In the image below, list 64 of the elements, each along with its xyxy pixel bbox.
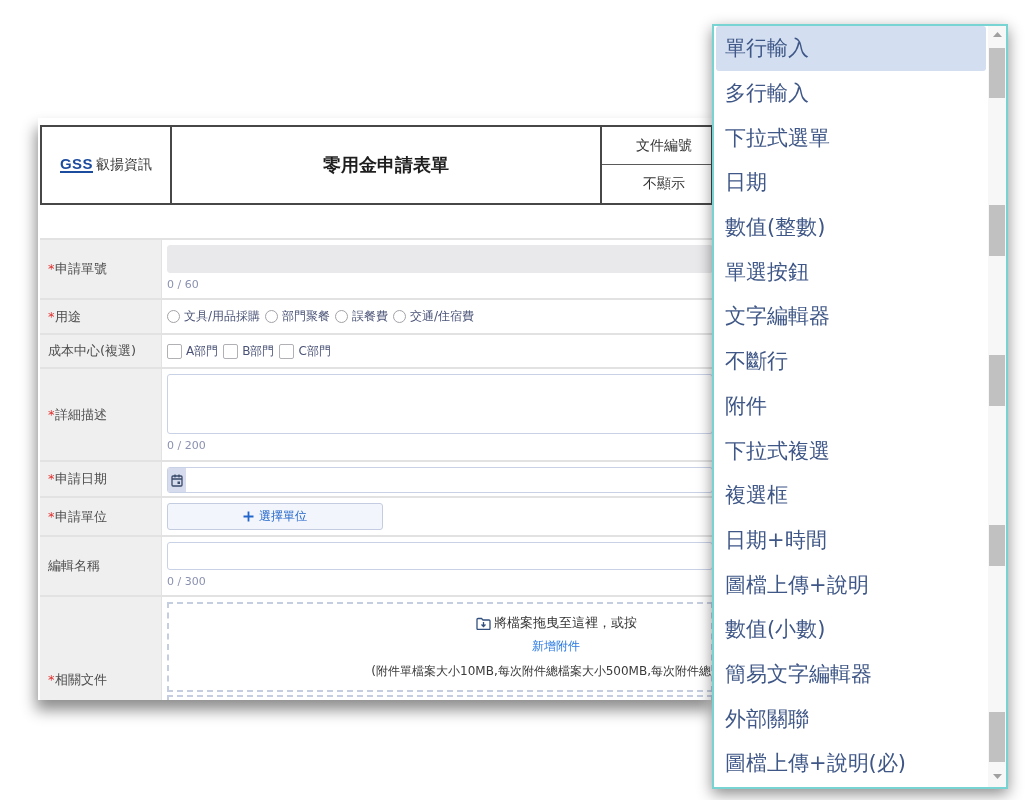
- char-counter: 0 / 60: [167, 278, 200, 291]
- option-label: B部門: [242, 342, 275, 360]
- menu-option[interactable]: 附件: [716, 383, 986, 429]
- radio-button[interactable]: [167, 310, 180, 323]
- option-label: 文具/用品採購: [184, 308, 261, 325]
- menu-option[interactable]: 日期: [716, 160, 986, 205]
- field-label: *詳細描述: [48, 405, 107, 424]
- calendar-icon[interactable]: [168, 468, 186, 492]
- caret-up-icon[interactable]: [992, 32, 1002, 37]
- select-unit-button[interactable]: 選擇單位: [167, 503, 383, 530]
- option-label: 部門聚餐: [282, 308, 331, 325]
- checkbox[interactable]: [167, 343, 182, 359]
- scrollbar-thumb[interactable]: [989, 48, 1005, 98]
- menu-option[interactable]: 圖檔上傳+說明(必): [716, 741, 986, 786]
- scrollbar-thumb[interactable]: [989, 355, 1005, 406]
- option-label: 誤餐費: [352, 308, 389, 325]
- option-label: A部門: [186, 342, 219, 360]
- upload-note: (附件單檔案大小10MB,每次附件總檔案大小500MB,每次附件總: [371, 663, 711, 680]
- textarea-field[interactable]: [167, 374, 713, 434]
- scrollbar-track[interactable]: [988, 26, 1006, 787]
- menu-option[interactable]: 單選按鈕: [716, 249, 986, 295]
- drop-prompt: 將檔案拖曳至這裡，或按: [493, 614, 637, 632]
- caret-down-icon[interactable]: [992, 774, 1002, 779]
- char-counter: 0 / 300: [167, 575, 207, 588]
- field-label: *申請單位: [48, 507, 107, 526]
- menu-option[interactable]: 多行輸入: [716, 70, 986, 116]
- checkbox[interactable]: [223, 343, 239, 359]
- company-name: 叡揚資訊: [96, 156, 153, 174]
- radio-button[interactable]: [265, 310, 279, 323]
- scrollbar-thumb[interactable]: [989, 205, 1005, 256]
- menu-option[interactable]: 下拉式複選: [716, 428, 986, 473]
- menu-option[interactable]: 單行輸入: [716, 26, 986, 71]
- add-attachment-link[interactable]: 新增附件: [532, 638, 580, 655]
- menu-option[interactable]: 圖檔上傳+說明: [716, 562, 986, 607]
- form-title: 零用金申請表單: [323, 153, 449, 177]
- scrollbar-thumb[interactable]: [989, 712, 1005, 762]
- menu-option[interactable]: 數值(小數): [716, 606, 986, 652]
- menu-option[interactable]: 文字編輯器: [716, 294, 986, 339]
- field-label: *相關文件: [48, 670, 107, 689]
- field-label: *申請單號: [48, 260, 107, 278]
- scrollbar-thumb[interactable]: [989, 525, 1005, 566]
- menu-option[interactable]: 複選框: [716, 472, 986, 518]
- char-counter: 0 / 200: [167, 439, 207, 452]
- radio-button[interactable]: [393, 310, 407, 323]
- checkbox[interactable]: [279, 343, 295, 359]
- menu-option[interactable]: 數值(整數): [716, 204, 986, 250]
- folder-arrow-icon: [475, 616, 491, 630]
- text-input[interactable]: [167, 542, 713, 570]
- radio-button[interactable]: [335, 310, 349, 323]
- field-label: 成本中心(複選): [48, 342, 137, 360]
- menu-option[interactable]: 外部關聯: [716, 696, 986, 741]
- logo-mark: GSS: [59, 157, 94, 173]
- plus-icon: [243, 511, 254, 522]
- doc-number-value: 不顯示: [642, 175, 685, 193]
- field-label: *用途: [48, 307, 81, 326]
- field-label: 編輯名稱: [48, 557, 100, 575]
- menu-option[interactable]: 不斷行: [716, 338, 986, 384]
- menu-option[interactable]: 日期+時間: [716, 517, 986, 563]
- field-label: *申請日期: [48, 470, 107, 488]
- menu-option[interactable]: 簡易文字編輯器: [716, 651, 986, 697]
- menu-option[interactable]: 下拉式選單: [716, 115, 986, 161]
- doc-number-label: 文件編號: [635, 136, 692, 155]
- option-label: 交通/住宿費: [410, 308, 475, 325]
- option-label: C部門: [298, 342, 331, 360]
